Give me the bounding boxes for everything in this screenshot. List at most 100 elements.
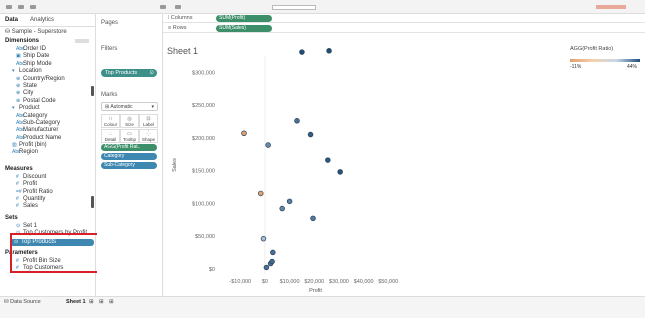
filter-pill-top-products[interactable]: Top Products ⊙ — [101, 69, 157, 77]
marks-pill[interactable]: Category — [101, 153, 157, 160]
measure-field[interactable]: # Discount — [0, 174, 95, 181]
marks-pill[interactable]: AGG(Profit Rat.. — [101, 144, 157, 151]
marks-button-label: Detail — [104, 137, 117, 142]
dimensions-title: Dimensions — [5, 38, 40, 44]
set-field[interactable]: ⊙ Top Products — [10, 238, 94, 247]
set-field[interactable]: ⊙ Top Customers by Profit — [0, 230, 95, 237]
rows-pill[interactable]: SUM(Sales) — [216, 25, 272, 32]
data-point[interactable] — [257, 190, 264, 197]
dimension-field[interactable]: AbcCategory — [0, 113, 95, 120]
dimension-field[interactable]: AbcSub-Category — [0, 120, 95, 127]
field-label: Sub-Category — [23, 119, 61, 126]
field-type-icon: ▾ — [12, 105, 15, 112]
data-point[interactable] — [326, 48, 332, 54]
pages-label: Pages — [101, 20, 119, 26]
data-point[interactable] — [270, 249, 276, 256]
field-label: Product — [19, 105, 40, 112]
dimension-field[interactable]: AbcManufacturer — [0, 127, 95, 134]
new-datasource-icon[interactable] — [160, 5, 166, 9]
parameters-list: # Profit Bin Size # Top Customers — [0, 258, 95, 273]
dimension-field[interactable]: ▣ Ship Date — [0, 53, 95, 60]
rows-shelf[interactable]: ≡ Rows SUM(Sales) — [163, 24, 645, 33]
dimension-field[interactable]: ⊕ State — [0, 83, 95, 90]
field-type-icon: ⊙ — [16, 222, 21, 229]
tab-data[interactable]: Data — [5, 17, 18, 23]
marks-colour-button[interactable]: ⁝⁝ Colour — [101, 114, 120, 128]
parameter-field[interactable]: # Top Customers — [0, 265, 95, 272]
scatter-chart[interactable]: $0 $50,000 $100,000 $150,000 $200,000 $250,00… — [163, 44, 565, 296]
marks-pill[interactable]: Sub-Category — [101, 162, 157, 169]
back-icon[interactable] — [6, 5, 12, 9]
tab-sheet-1[interactable]: Sheet 1 — [66, 298, 86, 307]
parameter-field[interactable]: # Profit Bin Size — [0, 258, 95, 265]
dimension-field[interactable]: ▾ Location — [0, 68, 95, 75]
data-point[interactable] — [286, 198, 293, 205]
search-icon[interactable] — [75, 39, 89, 43]
field-type-icon: Abc — [16, 127, 25, 134]
measure-field[interactable]: =#Profit Ratio — [0, 189, 95, 196]
marks-label-button[interactable]: ⊡ Label — [139, 114, 158, 128]
forward-icon[interactable] — [18, 5, 24, 9]
worksheet[interactable]: Sheet 1 $0 $50,000 $100,000 $150,000 $200,00… — [163, 44, 565, 296]
data-point[interactable] — [307, 131, 314, 138]
legend-max: 44% — [627, 64, 638, 70]
set-icon: ⊙ — [149, 70, 154, 76]
field-label: Ship Date — [23, 53, 50, 60]
marks-label: Marks — [101, 92, 118, 98]
marks-shape-button[interactable]: ⁛ Shape — [139, 129, 158, 143]
dimension-field[interactable]: ▥ Profit (bin) — [0, 142, 95, 149]
field-type-icon: ⊙ — [14, 238, 19, 245]
fit-dropdown[interactable] — [272, 5, 316, 10]
dimension-field[interactable]: AbcRegion — [0, 149, 95, 156]
marks-detail-button[interactable]: ∴ Detail — [101, 129, 120, 143]
legend-title: AGG(Profit Ratio) — [570, 46, 614, 52]
data-point[interactable] — [325, 157, 331, 163]
chevron-down-icon: ▾ — [151, 104, 154, 110]
x-tick-label: $50,000 — [378, 279, 398, 285]
data-point[interactable] — [299, 49, 305, 55]
data-point[interactable] — [310, 215, 316, 222]
data-point[interactable] — [337, 169, 343, 175]
dimension-field[interactable]: AbcOrder ID — [0, 46, 95, 53]
set-field[interactable]: ⊙ Set 1 — [0, 223, 95, 230]
field-label: Country/Region — [23, 75, 65, 82]
dimension-field[interactable]: AbcProduct Name — [0, 135, 95, 142]
dimension-field[interactable]: ▾ Product — [0, 105, 95, 112]
field-type-icon: # — [16, 196, 19, 203]
data-point[interactable] — [241, 130, 247, 136]
dimension-field[interactable]: ⊕ Postal Code — [0, 98, 95, 105]
measure-field[interactable]: # Sales — [0, 203, 95, 210]
tab-analytics[interactable]: Analytics — [30, 17, 54, 23]
field-type-icon: Abc — [16, 134, 25, 141]
data-point[interactable] — [260, 235, 267, 242]
data-point[interactable] — [269, 258, 275, 265]
marks-size-button[interactable]: ◎ Size — [120, 114, 139, 128]
columns-shelf[interactable]: ⦙ Columns SUM(Profit) — [163, 14, 645, 23]
scrollbar-thumb[interactable] — [91, 86, 94, 96]
new-dashboard-icon[interactable]: ⊞ — [99, 298, 104, 307]
save-icon[interactable] — [30, 5, 36, 9]
new-sheet-icon[interactable]: ⊞ — [89, 298, 94, 307]
marks-button-label: Colour — [103, 122, 118, 127]
marks-tooltip-button[interactable]: ▭ Tooltip — [120, 129, 139, 143]
data-point[interactable] — [265, 142, 271, 148]
dimension-field[interactable]: AbcShip Mode — [0, 61, 95, 68]
data-point[interactable] — [294, 118, 300, 124]
new-story-icon[interactable]: ⊞ — [109, 298, 114, 307]
columns-pill[interactable]: SUM(Profit) — [216, 15, 272, 22]
scrollbar-thumb-measures[interactable] — [91, 196, 94, 208]
tab-datasource[interactable]: ⛁ Data Source — [4, 298, 41, 307]
show-me-link[interactable] — [596, 5, 626, 9]
dimension-field[interactable]: ⊕ Country/Region — [0, 76, 95, 83]
field-type-icon: # — [16, 181, 19, 188]
data-point[interactable] — [263, 264, 270, 271]
sets-list: ⊙ Set 1 ⊙ Top Customers by Profit ⊙ Top Produ… — [0, 223, 95, 247]
marks-type-dropdown[interactable]: ⊞ Automatic ▾ — [101, 102, 158, 111]
measure-field[interactable]: # Quantity — [0, 196, 95, 203]
dimension-field[interactable]: ⊕ City — [0, 90, 95, 97]
color-legend[interactable]: AGG(Profit Ratio) -11% 44% — [567, 44, 645, 84]
datasource-name[interactable]: ⛁ Sample - Superstore — [0, 27, 95, 37]
data-point[interactable] — [279, 205, 285, 212]
pause-icon[interactable] — [175, 5, 181, 9]
measure-field[interactable]: # Profit — [0, 181, 95, 188]
